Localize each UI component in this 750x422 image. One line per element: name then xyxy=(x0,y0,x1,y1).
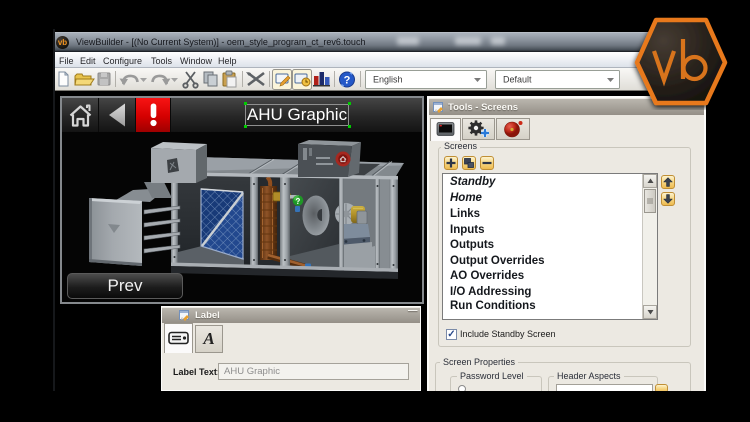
svg-text:?: ? xyxy=(296,197,301,206)
svg-text:Default: Default xyxy=(503,75,532,85)
svg-text:English: English xyxy=(373,75,403,85)
svg-text:?: ? xyxy=(344,75,351,87)
